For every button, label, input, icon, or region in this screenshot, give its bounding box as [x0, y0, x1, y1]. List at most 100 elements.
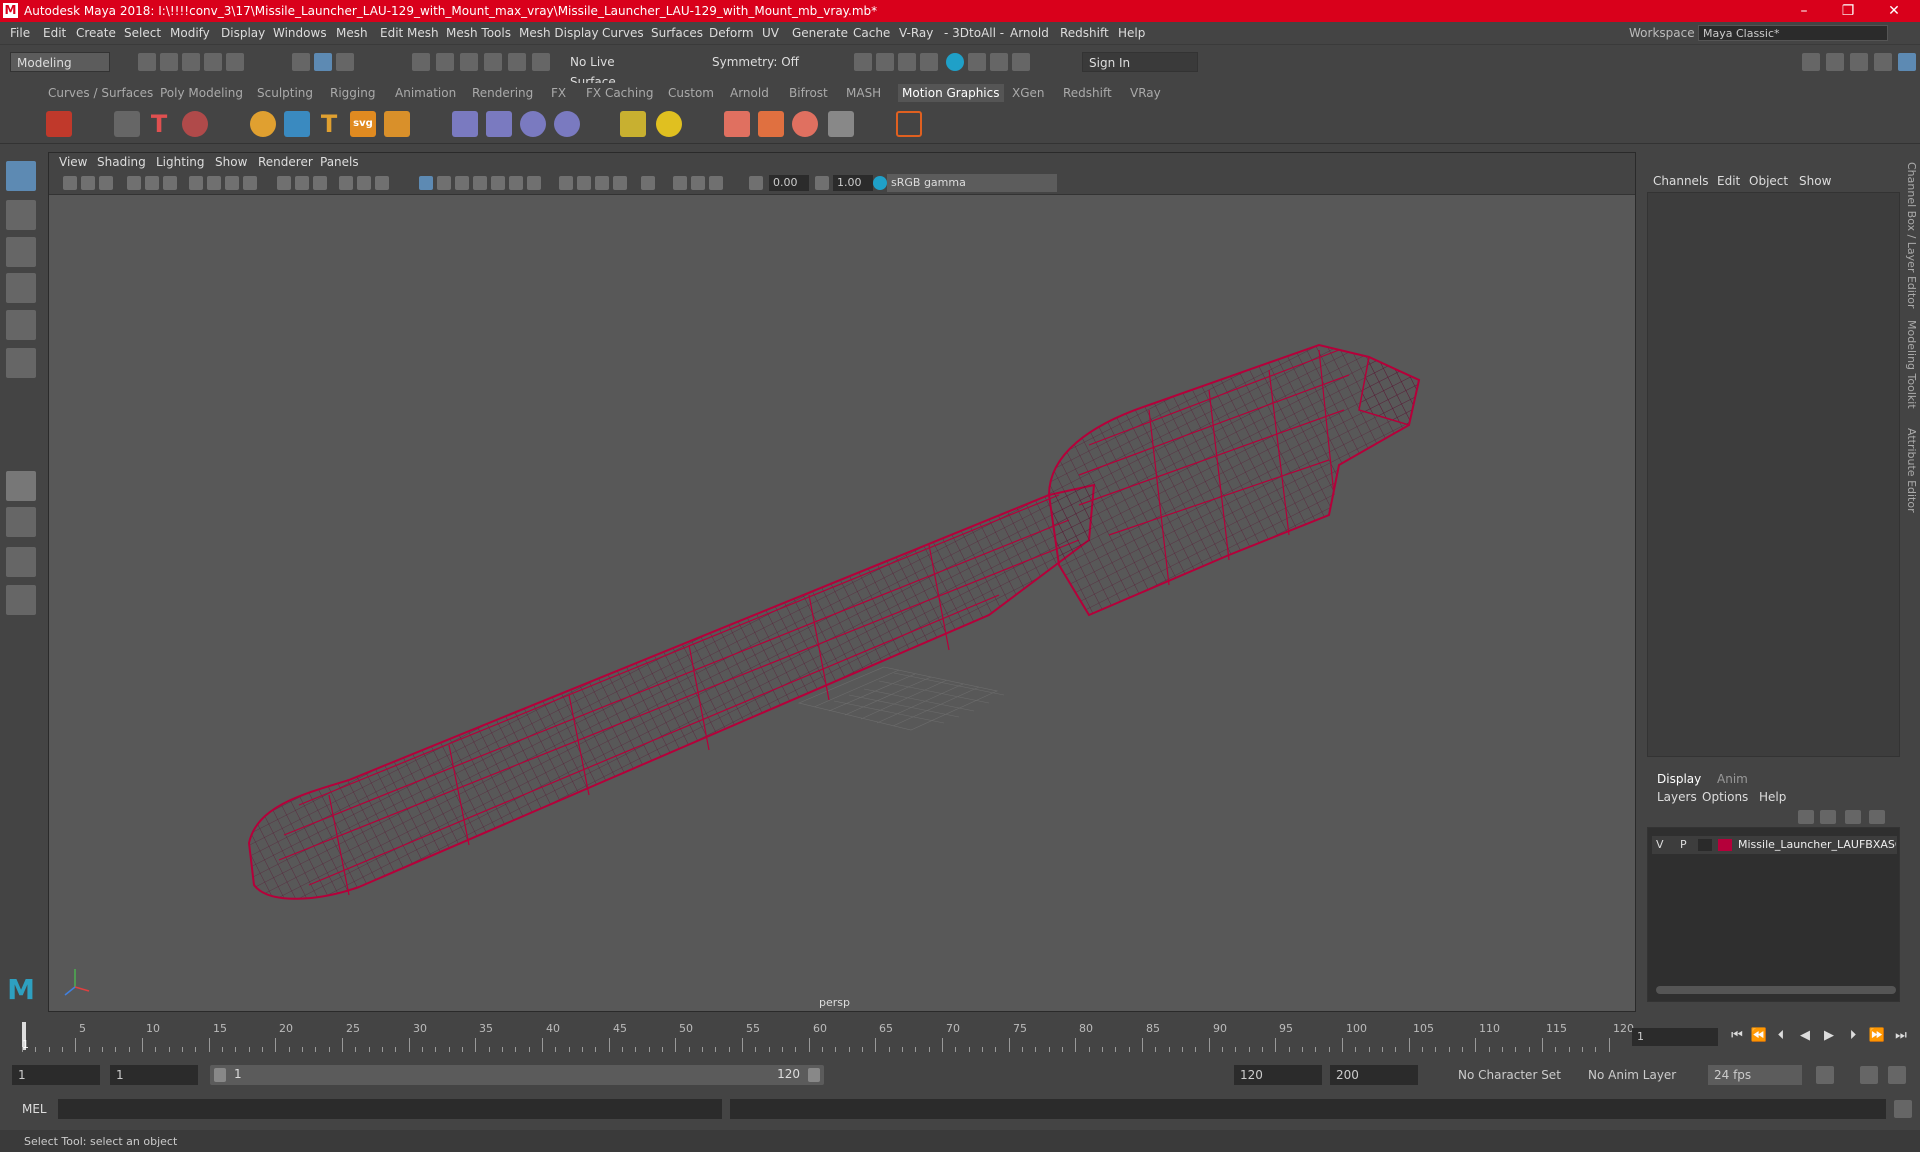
menu-mesh-display[interactable]: Mesh Display	[519, 26, 599, 40]
script-editor-icon[interactable]	[1894, 1100, 1912, 1118]
undo-icon[interactable]	[204, 53, 222, 71]
camera-lock-icon[interactable]	[163, 176, 177, 190]
minimize-button[interactable]: –	[1784, 1, 1824, 21]
layer-color-swatch[interactable]	[1718, 839, 1732, 851]
grid-icon[interactable]	[277, 176, 291, 190]
light-icon[interactable]	[656, 111, 682, 137]
shelf-tab-arnold[interactable]: Arnold	[730, 86, 769, 100]
spheres-icon[interactable]	[792, 111, 818, 137]
vray-vfb-icon[interactable]	[990, 53, 1008, 71]
anti-aliasing-icon[interactable]	[595, 176, 609, 190]
select-tool-icon[interactable]	[6, 161, 36, 191]
menu-select[interactable]: Select	[124, 26, 161, 40]
color-space-select[interactable]: sRGB gamma	[887, 174, 1057, 192]
layer-playback-toggle[interactable]: P	[1680, 838, 1687, 851]
outliner-toggle-icon[interactable]	[1874, 53, 1892, 71]
curve-warp-icon[interactable]	[284, 111, 310, 137]
circle-tool-icon[interactable]	[520, 111, 546, 137]
render-settings-icon[interactable]	[920, 53, 938, 71]
time-slider[interactable]: 1 5 10 15 20 25 30 35 40 45 50 55 60 65 70 75 80 85 90 95 1…	[0, 1018, 1920, 1058]
snap-live-icon[interactable]	[508, 53, 526, 71]
shelf-tab-xgen[interactable]: XGen	[1012, 86, 1045, 100]
shadows-icon[interactable]	[527, 176, 541, 190]
move-layer-up-icon[interactable]	[1798, 810, 1814, 824]
gamma-reset-icon[interactable]	[815, 176, 829, 190]
viewport-menu-panels[interactable]: Panels	[320, 155, 359, 169]
layer-row[interactable]: V P Missile_Launcher_LAUFBXASC0	[1652, 836, 1897, 854]
play-forwards-button[interactable]: ▶	[1820, 1027, 1838, 1045]
menu-edit[interactable]: Edit	[43, 26, 66, 40]
restore-button[interactable]: ❐	[1828, 1, 1868, 21]
shelf-tab-sculpting[interactable]: Sculpting	[257, 86, 313, 100]
symmetry-select[interactable]: Symmetry: Off	[706, 52, 806, 72]
layer-reference-toggle[interactable]	[1698, 839, 1712, 851]
shirt-icon[interactable]	[758, 111, 784, 137]
layer-tab-display[interactable]: Display	[1657, 772, 1701, 786]
layer-menu-layers[interactable]: Layers	[1657, 790, 1697, 804]
tool-settings-icon[interactable]	[1850, 53, 1868, 71]
playback-start-field[interactable]: 1	[110, 1065, 198, 1085]
shelf-tab-rendering[interactable]: Rendering	[472, 86, 533, 100]
step-forward-key-button[interactable]: ⏩	[1868, 1027, 1886, 1045]
animation-end-field[interactable]: 200	[1330, 1065, 1418, 1085]
step-forward-frame-button[interactable]: ⏵	[1844, 1027, 1862, 1045]
gamma-field[interactable]: 1.00	[833, 175, 873, 191]
exposure-icon[interactable]	[673, 176, 687, 190]
menu-mesh-tools[interactable]: Mesh Tools	[446, 26, 511, 40]
menu-arnold[interactable]: Arnold	[1010, 26, 1049, 40]
menu-cache[interactable]: Cache	[853, 26, 890, 40]
grease-pencil-icon[interactable]	[145, 176, 159, 190]
shelf-tab-curves-surfaces[interactable]: Curves / Surfaces	[48, 86, 153, 100]
time-slider-track[interactable]: 1 5 10 15 20 25 30 35 40 45 50 55 60 65 70 75 80 85 90 95 1…	[22, 1020, 1634, 1054]
bend-icon[interactable]	[486, 111, 512, 137]
move-tool-icon[interactable]	[6, 273, 36, 303]
workspace-select[interactable]: Maya Classic*	[1698, 25, 1888, 41]
menu-vray[interactable]: V-Ray	[899, 26, 933, 40]
render-view-icon[interactable]	[854, 53, 872, 71]
default-material-icon[interactable]	[455, 176, 469, 190]
snap-point-icon[interactable]	[460, 53, 478, 71]
shelf-tab-redshift[interactable]: Redshift	[1063, 86, 1112, 100]
menu-create[interactable]: Create	[76, 26, 116, 40]
boolean-icon[interactable]	[384, 111, 410, 137]
wireframe-icon[interactable]	[419, 176, 433, 190]
vray-ipr-icon[interactable]	[968, 53, 986, 71]
save-scene-icon[interactable]	[182, 53, 200, 71]
channel-box-area[interactable]	[1647, 192, 1900, 757]
character-set-select[interactable]: No Character Set	[1452, 1065, 1562, 1085]
viewport-menu-view[interactable]: View	[59, 155, 87, 169]
gamma-toggle-icon[interactable]	[691, 176, 705, 190]
smooth-shade-icon[interactable]	[437, 176, 451, 190]
list-icon[interactable]	[114, 111, 140, 137]
use-all-lights-icon[interactable]	[509, 176, 523, 190]
range-slider[interactable]: 1 120	[210, 1065, 824, 1085]
loop-icon[interactable]	[1816, 1066, 1834, 1084]
live-surface-field[interactable]: No Live Surface	[564, 52, 664, 89]
snap-curve-icon[interactable]	[436, 53, 454, 71]
viewport-menu-lighting[interactable]: Lighting	[156, 155, 205, 169]
transform-icon[interactable]	[620, 111, 646, 137]
exposure-reset-icon[interactable]	[749, 176, 763, 190]
new-layer-selected-icon[interactable]	[1869, 810, 1885, 824]
menu-3dtoall[interactable]: - 3DtoAll -	[944, 26, 1004, 40]
viewport-menu-shading[interactable]: Shading	[97, 155, 146, 169]
step-back-frame-button[interactable]: ⏴	[1772, 1027, 1790, 1045]
paint-effects-icon[interactable]	[182, 111, 208, 137]
color-space-toggle-icon[interactable]	[873, 176, 887, 190]
pause-render-icon[interactable]	[1012, 53, 1030, 71]
layer-tab-anim[interactable]: Anim	[1717, 772, 1748, 786]
range-start-handle[interactable]	[214, 1068, 226, 1082]
textured-icon[interactable]	[491, 176, 505, 190]
arc-tool-icon[interactable]	[554, 111, 580, 137]
isolate-icon[interactable]	[641, 176, 655, 190]
sign-in-button[interactable]: Sign In	[1082, 52, 1198, 72]
menu-redshift[interactable]: Redshift	[1060, 26, 1109, 40]
layer-horizontal-scrollbar[interactable]	[1656, 986, 1896, 994]
viewport-panel[interactable]: View Shading Lighting Show Renderer Pane…	[48, 152, 1636, 1012]
bookmark-icon[interactable]	[81, 176, 95, 190]
auto-key-icon[interactable]	[1860, 1066, 1878, 1084]
cross-icon[interactable]	[896, 111, 922, 137]
shelf-tab-bifrost[interactable]: Bifrost	[789, 86, 828, 100]
new-empty-layer-icon[interactable]	[1845, 810, 1861, 824]
menu-file[interactable]: File	[10, 26, 30, 40]
